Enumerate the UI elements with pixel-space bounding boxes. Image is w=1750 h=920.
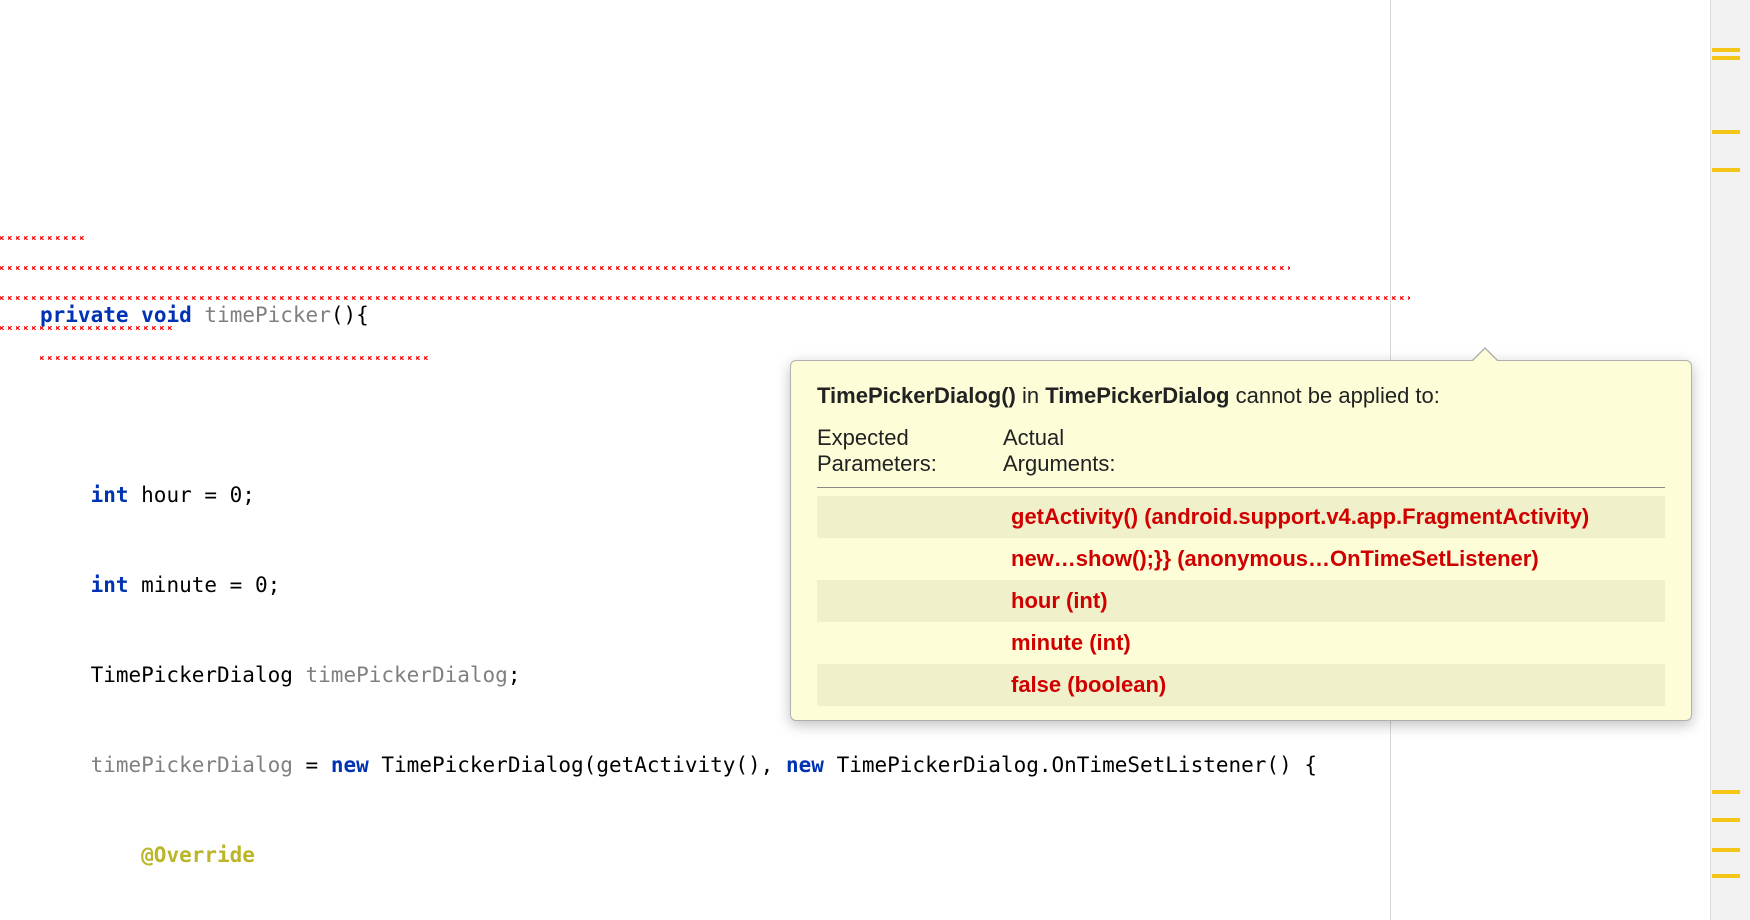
- tooltip-params-table: ExpectedParameters: ActualArguments: get…: [817, 423, 1665, 706]
- tooltip-col-expected: ExpectedParameters:: [817, 423, 1003, 488]
- error-squiggle: [0, 266, 1290, 270]
- tooltip-param-row: minute (int): [817, 622, 1665, 664]
- code-line[interactable]: timePickerDialog = new TimePickerDialog(…: [0, 750, 1390, 780]
- tooltip-col-actual: ActualArguments:: [1003, 423, 1665, 488]
- warning-stripe[interactable]: [1712, 790, 1740, 794]
- code-line[interactable]: private void timePicker(){: [0, 300, 1390, 330]
- tooltip-arrow: [1472, 349, 1498, 362]
- code-line[interactable]: @Override: [0, 840, 1390, 870]
- error-squiggle: [0, 236, 88, 240]
- tooltip-param-row: getActivity() (android.support.v4.app.Fr…: [817, 496, 1665, 538]
- warning-stripe[interactable]: [1712, 874, 1740, 878]
- error-stripe-gutter[interactable]: [1710, 0, 1750, 920]
- tooltip-param-row: hour (int): [817, 580, 1665, 622]
- warning-stripe[interactable]: [1712, 818, 1740, 822]
- tooltip-title: TimePickerDialog() in TimePickerDialog c…: [817, 383, 1665, 409]
- error-tooltip: TimePickerDialog() in TimePickerDialog c…: [790, 360, 1692, 721]
- error-squiggle: [40, 356, 430, 360]
- tooltip-param-row: new…show();}} (anonymous…OnTimeSetListen…: [817, 538, 1665, 580]
- warning-stripe[interactable]: [1712, 848, 1740, 852]
- tooltip-param-row: false (boolean): [817, 664, 1665, 706]
- warning-stripe[interactable]: [1712, 48, 1740, 52]
- warning-stripe[interactable]: [1712, 130, 1740, 134]
- warning-stripe[interactable]: [1712, 56, 1740, 60]
- warning-stripe[interactable]: [1712, 168, 1740, 172]
